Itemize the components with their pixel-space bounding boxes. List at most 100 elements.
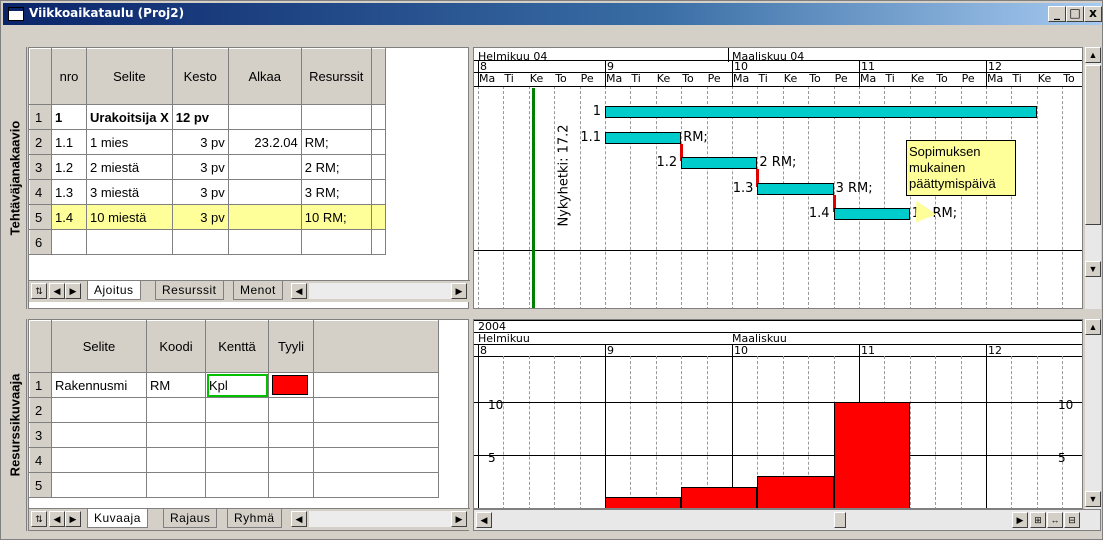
tab-prev-icon[interactable]: ◀ <box>49 283 65 299</box>
row-header[interactable]: 3 <box>29 422 52 448</box>
cell-alkaa[interactable] <box>227 229 302 255</box>
cell-selite[interactable] <box>51 397 147 423</box>
side-tab-resource[interactable]: Resurssikuvaaja <box>3 319 27 531</box>
hscroll-right-icon[interactable]: ▶ <box>451 511 467 527</box>
cell-selite[interactable]: Rakennusmi <box>51 372 147 398</box>
tab-prev-icon[interactable]: ◀ <box>49 511 65 527</box>
cell-alkaa[interactable] <box>227 104 302 130</box>
col-header-nro[interactable]: nro <box>51 48 87 105</box>
cell-kentta[interactable] <box>205 447 269 473</box>
sort-icon[interactable]: ⇅ <box>31 283 47 299</box>
cell-resurssit[interactable]: RM; <box>300 129 372 155</box>
cell-resurssit[interactable]: 10 RM; <box>300 204 372 230</box>
side-tab-gantt[interactable]: Tehtäväjanakaavio <box>3 47 27 309</box>
cell-koodi[interactable]: RM <box>146 372 206 398</box>
cell-nro[interactable]: 1.3 <box>51 179 87 205</box>
cell-koodi[interactable] <box>146 397 206 423</box>
col-header-selite-res[interactable]: Selite <box>51 320 147 373</box>
col-header-kesto[interactable]: Kesto <box>171 48 229 105</box>
cell-kesto[interactable]: 3 pv <box>171 204 229 230</box>
cell-tyyli[interactable] <box>268 372 314 398</box>
col-header-kentta[interactable]: Kenttä <box>205 320 269 373</box>
gantt-bar[interactable] <box>605 131 682 144</box>
tab-next-icon[interactable]: ▶ <box>65 511 81 527</box>
row-header[interactable]: 5 <box>29 472 52 498</box>
cell-koodi[interactable] <box>146 472 206 498</box>
scroll-down-icon[interactable]: ▼ <box>1085 261 1101 277</box>
title-bar[interactable]: Viikkoaikataulu (Proj2) _ □ x <box>3 3 1102 25</box>
cell-nro[interactable] <box>51 229 87 255</box>
cell-nro[interactable]: 1.2 <box>51 154 87 180</box>
resource-bar[interactable] <box>605 497 682 508</box>
tab-next-icon[interactable]: ▶ <box>65 283 81 299</box>
cell-selite[interactable]: Urakoitsija X <box>86 104 173 130</box>
cell-selite[interactable]: 1 mies <box>86 129 173 155</box>
chart-hscroll[interactable]: ◀ ▶ ⊞ ↔ ⊟ <box>473 509 1101 531</box>
callout-note[interactable]: Sopimuksen mukainen päättymispäivä <box>906 140 1016 196</box>
scroll-thumb[interactable] <box>1085 65 1101 225</box>
cell-alkaa[interactable] <box>227 179 302 205</box>
cell-selite[interactable]: 10 miestä <box>86 204 173 230</box>
sort-icon[interactable]: ⇅ <box>31 511 47 527</box>
resource-bar[interactable] <box>757 476 834 508</box>
row-header[interactable]: 6 <box>29 229 52 255</box>
col-header-resurssit[interactable]: Resurssit <box>300 48 372 105</box>
tab-menot[interactable]: Menot <box>233 281 283 300</box>
cell-nro[interactable]: 1.4 <box>51 204 87 230</box>
zoom-out-icon[interactable]: ⊟ <box>1064 512 1080 528</box>
cell-kentta[interactable] <box>205 422 269 448</box>
cell-resurssit[interactable]: 3 RM; <box>300 179 372 205</box>
pane-splitter[interactable] <box>3 311 1101 315</box>
row-header[interactable]: 5 <box>29 204 52 230</box>
scroll-up-icon[interactable]: ▲ <box>1085 319 1101 335</box>
cell-kesto[interactable]: 3 pv <box>171 154 229 180</box>
cell-kesto[interactable]: 12 pv <box>171 104 229 130</box>
cell-selite[interactable] <box>51 447 147 473</box>
fit-width-icon[interactable]: ↔ <box>1047 512 1063 528</box>
cell-tyyli[interactable] <box>268 397 314 423</box>
gantt-vscroll[interactable]: ▲ ▼ <box>1084 47 1101 309</box>
tab-ajoitus[interactable]: Ajoitus <box>87 281 141 300</box>
cell-nro[interactable]: 1.1 <box>51 129 87 155</box>
cell-selite[interactable]: 3 miestä <box>86 179 173 205</box>
cell-koodi[interactable] <box>146 447 206 473</box>
col-header-tyyli[interactable]: Tyyli <box>268 320 314 373</box>
style-swatch[interactable] <box>272 375 308 395</box>
row-header[interactable]: 1 <box>29 372 52 398</box>
gantt-bar[interactable] <box>681 157 758 169</box>
cell-kesto[interactable] <box>171 229 229 255</box>
col-header-alkaa[interactable]: Alkaa <box>227 48 302 105</box>
cell-kentta[interactable] <box>205 397 269 423</box>
resource-bar[interactable] <box>833 402 910 508</box>
cell-alkaa[interactable]: 23.2.04 <box>227 129 302 155</box>
corner-cell[interactable] <box>29 48 52 105</box>
col-header-selite[interactable]: Selite <box>86 48 173 105</box>
gantt-bar[interactable] <box>757 182 834 195</box>
cell-alkaa[interactable] <box>227 154 302 180</box>
tab-resurssit[interactable]: Resurssit <box>155 281 224 300</box>
cell-selite[interactable] <box>51 472 147 498</box>
close-button[interactable]: x <box>1084 6 1102 22</box>
row-header[interactable]: 4 <box>29 447 52 473</box>
cell-alkaa[interactable] <box>227 204 302 230</box>
hscroll-left-icon[interactable]: ◀ <box>476 512 492 528</box>
corner-cell-bottom[interactable] <box>29 320 52 373</box>
zoom-in-icon[interactable]: ⊞ <box>1030 512 1046 528</box>
row-header[interactable]: 1 <box>29 104 52 130</box>
cell-koodi[interactable] <box>146 422 206 448</box>
cell-kesto[interactable]: 3 pv <box>171 179 229 205</box>
cell-tyyli[interactable] <box>268 447 314 473</box>
row-header[interactable]: 4 <box>29 179 52 205</box>
bottom-grid-hscroll[interactable] <box>309 511 451 527</box>
top-grid-hscroll[interactable] <box>309 283 451 299</box>
row-header[interactable]: 2 <box>29 397 52 423</box>
hscroll-left-icon[interactable]: ◀ <box>291 511 307 527</box>
cell-selite[interactable] <box>51 422 147 448</box>
cell-kentta[interactable] <box>205 472 269 498</box>
hscroll-thumb[interactable] <box>834 512 846 528</box>
resource-bar[interactable] <box>681 486 758 508</box>
row-header[interactable]: 2 <box>29 129 52 155</box>
minimize-button[interactable]: _ <box>1048 6 1066 22</box>
cell-resurssit[interactable]: 2 RM; <box>300 154 372 180</box>
cell-resurssit[interactable] <box>300 229 372 255</box>
